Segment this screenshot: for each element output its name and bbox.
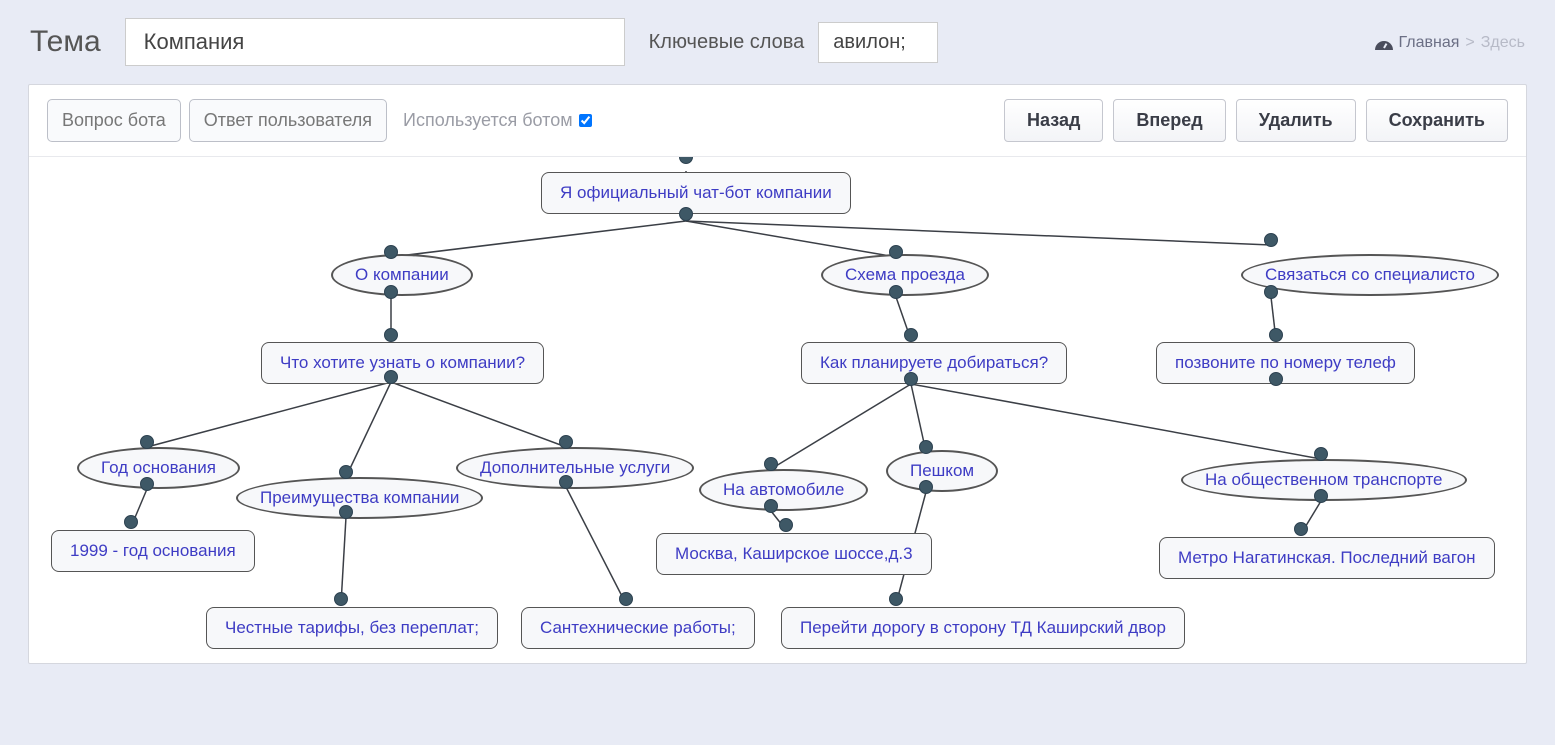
connector-dot[interactable] xyxy=(904,372,918,386)
node-founded-a[interactable]: 1999 - год основания xyxy=(51,530,255,572)
node-foot-a[interactable]: Перейти дорогу в сторону ТД Каширский дв… xyxy=(781,607,1185,649)
node-about-q[interactable]: Что хотите узнать о компании? xyxy=(261,342,544,384)
used-by-bot-checkbox[interactable] xyxy=(579,114,592,127)
node-transport-a[interactable]: Метро Нагатинская. Последний вагон xyxy=(1159,537,1495,579)
back-button[interactable]: Назад xyxy=(1004,99,1103,142)
diagram-canvas[interactable]: Я официальный чат-бот компании О компани… xyxy=(31,157,1524,657)
node-route-q[interactable]: Как планируете добираться? xyxy=(801,342,1067,384)
connector-dot[interactable] xyxy=(339,465,353,479)
keywords-input[interactable] xyxy=(818,22,938,63)
connector-dot[interactable] xyxy=(384,370,398,384)
forward-button[interactable]: Вперед xyxy=(1113,99,1225,142)
editor-panel: Вопрос бота Ответ пользователя Используе… xyxy=(28,84,1527,664)
connector-dot[interactable] xyxy=(1314,447,1328,461)
connector-dot[interactable] xyxy=(904,328,918,342)
keywords-label: Ключевые слова xyxy=(649,31,805,54)
node-founded[interactable]: Год основания xyxy=(77,447,240,489)
used-by-bot-label: Используется ботом xyxy=(403,110,592,131)
connector-dot[interactable] xyxy=(559,475,573,489)
node-extra-a[interactable]: Сантехнические работы; xyxy=(521,607,755,649)
connector-dot[interactable] xyxy=(339,505,353,519)
toolbar: Вопрос бота Ответ пользователя Используе… xyxy=(29,85,1526,157)
connector-dot[interactable] xyxy=(1294,522,1308,536)
node-about[interactable]: О компании xyxy=(331,254,473,296)
node-adv-a[interactable]: Честные тарифы, без переплат; xyxy=(206,607,498,649)
node-foot[interactable]: Пешком xyxy=(886,450,998,492)
connector-dot[interactable] xyxy=(1269,372,1283,386)
connector-dot[interactable] xyxy=(919,480,933,494)
delete-button[interactable]: Удалить xyxy=(1236,99,1356,142)
connector-dot[interactable] xyxy=(384,328,398,342)
breadcrumb: Главная > Здесь xyxy=(1375,34,1525,52)
connector-dot[interactable] xyxy=(679,207,693,221)
connector-dot[interactable] xyxy=(889,592,903,606)
dashboard-icon xyxy=(1375,36,1393,50)
user-answer-button[interactable]: Ответ пользователя xyxy=(189,99,387,142)
node-root[interactable]: Я официальный чат-бот компании xyxy=(541,172,851,214)
theme-input[interactable] xyxy=(125,18,625,66)
connector-dot[interactable] xyxy=(889,245,903,259)
connector-dot[interactable] xyxy=(779,518,793,532)
node-car[interactable]: На автомобиле xyxy=(699,469,868,511)
node-extra[interactable]: Дополнительные услуги xyxy=(456,447,694,489)
connector-dot[interactable] xyxy=(764,499,778,513)
edges-layer xyxy=(31,157,1524,657)
connector-dot[interactable] xyxy=(1269,328,1283,342)
breadcrumb-here: Здесь xyxy=(1481,34,1525,52)
chevron-right-icon: > xyxy=(1465,34,1474,52)
node-car-a[interactable]: Москва, Каширское шоссе,д.3 xyxy=(656,533,932,575)
connector-dot[interactable] xyxy=(124,515,138,529)
connector-dot[interactable] xyxy=(1264,285,1278,299)
connector-dot[interactable] xyxy=(140,477,154,491)
connector-dot[interactable] xyxy=(764,457,778,471)
connector-dot[interactable] xyxy=(1264,233,1278,247)
connector-dot[interactable] xyxy=(619,592,633,606)
node-contact-a[interactable]: позвоните по номеру телеф xyxy=(1156,342,1415,384)
node-contact[interactable]: Связаться со специалисто xyxy=(1241,254,1499,296)
bot-question-button[interactable]: Вопрос бота xyxy=(47,99,181,142)
connector-dot[interactable] xyxy=(140,435,154,449)
page-title: Тема xyxy=(30,25,101,59)
used-by-bot-text: Используется ботом xyxy=(403,110,573,131)
connector-dot[interactable] xyxy=(1314,489,1328,503)
connector-dot[interactable] xyxy=(384,285,398,299)
connector-dot[interactable] xyxy=(334,592,348,606)
connector-dot[interactable] xyxy=(559,435,573,449)
breadcrumb-home[interactable]: Главная xyxy=(1399,34,1460,52)
connector-dot[interactable] xyxy=(919,440,933,454)
node-adv[interactable]: Преимущества компании xyxy=(236,477,483,519)
node-route[interactable]: Схема проезда xyxy=(821,254,989,296)
connector-dot[interactable] xyxy=(384,245,398,259)
connector-dot[interactable] xyxy=(679,157,693,164)
connector-dot[interactable] xyxy=(889,285,903,299)
save-button[interactable]: Сохранить xyxy=(1366,99,1508,142)
